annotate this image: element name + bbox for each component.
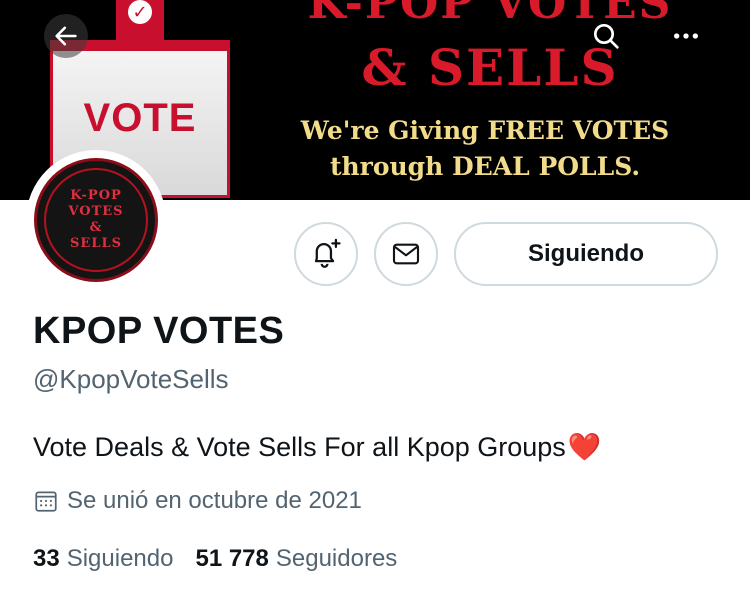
avatar-line1: K-POP bbox=[70, 188, 122, 203]
calendar-icon bbox=[33, 488, 59, 514]
avatar-line4: SELLS bbox=[70, 236, 122, 251]
back-arrow-icon bbox=[55, 26, 77, 46]
search-button[interactable] bbox=[584, 14, 628, 58]
more-options-button[interactable] bbox=[664, 14, 708, 58]
bio: Vote Deals & Vote Sells For all Kpop Gro… bbox=[33, 431, 601, 463]
avatar-line2: VOTES bbox=[68, 204, 124, 219]
avatar[interactable]: K-POP VOTES & SELLS bbox=[34, 158, 158, 282]
banner-subtitle-line1: We're Giving FREE VOTES bbox=[300, 116, 670, 145]
avatar-logo: K-POP VOTES & SELLS bbox=[44, 168, 148, 272]
followers-count: 51 778 bbox=[195, 545, 269, 572]
followers-stat[interactable]: 51 778 Seguidores bbox=[195, 545, 397, 573]
joined-text: Se unió en octubre de 2021 bbox=[67, 487, 362, 514]
display-name: KPOP VOTES bbox=[33, 310, 285, 352]
following-stat[interactable]: 33 Siguiendo bbox=[33, 545, 173, 573]
following-label: Siguiendo bbox=[66, 545, 174, 572]
more-options-icon bbox=[674, 33, 698, 39]
notifications-button[interactable] bbox=[294, 222, 358, 286]
following-count: 33 bbox=[33, 545, 60, 572]
back-button[interactable] bbox=[44, 14, 88, 58]
banner-subtitle-line2: through DEAL POLLS. bbox=[329, 152, 641, 181]
bell-plus-icon bbox=[314, 238, 341, 268]
profile-stats: 33 Siguiendo 51 778 Seguidores bbox=[33, 545, 397, 573]
checkmark-icon: ✓ bbox=[128, 0, 152, 24]
heart-emoji: ❤️ bbox=[567, 432, 602, 462]
following-button[interactable]: Siguiendo bbox=[454, 222, 718, 286]
banner-title: & SELLS bbox=[361, 38, 619, 97]
handle: @KpopVoteSells bbox=[33, 364, 229, 394]
mail-icon bbox=[392, 243, 420, 265]
avatar-line3: & bbox=[89, 220, 103, 235]
message-button[interactable] bbox=[374, 222, 438, 286]
banner-title-top: K-POP VOTES bbox=[307, 0, 673, 29]
joined-date: Se unió en octubre de 2021 bbox=[33, 487, 362, 515]
ballot-box-label: VOTE bbox=[83, 96, 197, 140]
followers-label: Seguidores bbox=[275, 545, 398, 572]
bio-text: Vote Deals & Vote Sells For all Kpop Gro… bbox=[33, 431, 566, 462]
search-icon bbox=[594, 24, 619, 49]
